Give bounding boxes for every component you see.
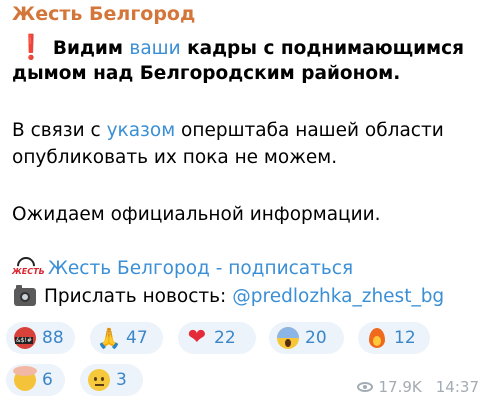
inline-link-ukaz[interactable]: указом xyxy=(107,120,176,141)
send-news-row: Прислать новость: @predlozhka_zhest_bg xyxy=(12,284,444,307)
eye-icon xyxy=(356,382,373,392)
send-news-label: Прислать новость: xyxy=(44,286,227,307)
reaction-count: 6 xyxy=(42,370,53,390)
reaction-fire[interactable]: 12 xyxy=(358,322,430,354)
reaction-count: 20 xyxy=(305,328,327,348)
reaction-count: 88 xyxy=(42,328,64,348)
view-count: 17.9K xyxy=(378,378,422,396)
reaction-heart[interactable]: ❤ 22 xyxy=(178,322,256,354)
reaction-exploding-head[interactable]: 6 xyxy=(6,364,65,396)
message-time: 14:37 xyxy=(435,378,479,396)
reaction-count: 12 xyxy=(394,328,416,348)
heart-icon: ❤ xyxy=(187,325,207,350)
exploding-head-icon xyxy=(13,366,37,391)
message-line: ❗ Видим ваши кадры с поднимающимся xyxy=(12,33,464,62)
message-text: кадры с поднимающимся xyxy=(180,38,465,59)
subscribe-link[interactable]: Жесть Белгород - подписаться xyxy=(48,258,353,279)
angry-face-cursing-icon xyxy=(14,327,36,349)
reaction-count: 3 xyxy=(116,370,127,390)
message-line: В связи с указом оперштаба нашей области xyxy=(12,117,444,144)
reaction-count: 22 xyxy=(214,328,236,348)
subscribe-row: ЖЕСТЬ Жесть Белгород - подписаться xyxy=(12,252,353,279)
reaction-pray[interactable]: 🙏 47 xyxy=(90,322,163,354)
message-line: опубликовать их пока не можем. xyxy=(12,147,338,168)
message-line: дымом над Белгородским районом. xyxy=(12,63,401,84)
message-text: оперштаба нашей области xyxy=(175,120,444,141)
reaction-neutral[interactable]: 3 xyxy=(80,364,143,396)
exclamation-icon: ❗ xyxy=(16,33,46,61)
channel-name[interactable]: Жесть Белгород xyxy=(12,3,195,25)
fire-icon xyxy=(366,327,388,349)
send-news-link[interactable]: @predlozhka_zhest_bg xyxy=(232,286,444,307)
message-text: Видим xyxy=(52,38,130,59)
channel-logo-icon: ЖЕСТЬ xyxy=(12,252,45,279)
reaction-scream[interactable]: 20 xyxy=(269,322,344,354)
channel-message: Жесть Белгород ❗ Видим ваши кадры с подни… xyxy=(0,0,489,404)
message-line: Ожидаем официальной информации. xyxy=(12,204,381,225)
folded-hands-icon: 🙏 xyxy=(96,326,122,350)
inline-link-vashi[interactable]: ваши xyxy=(129,38,180,59)
message-meta: 17.9K 14:37 xyxy=(356,378,479,396)
camera-icon xyxy=(14,284,36,306)
screaming-face-icon xyxy=(277,327,299,349)
reaction-angry[interactable]: 88 xyxy=(6,322,75,354)
message-text: В связи с xyxy=(12,120,107,141)
neutral-face-icon xyxy=(88,369,110,391)
reaction-count: 47 xyxy=(126,328,148,348)
